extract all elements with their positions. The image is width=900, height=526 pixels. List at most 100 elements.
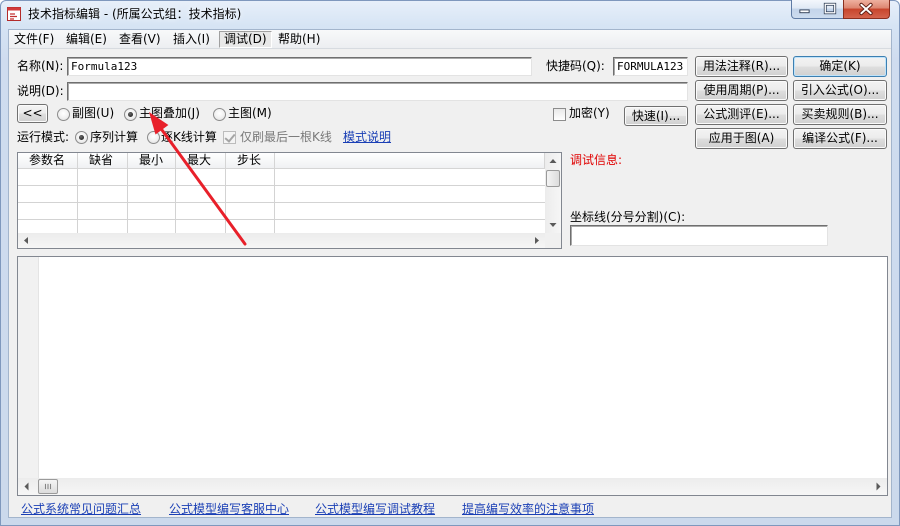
radio-series-calc-label[interactable]: 序列计算	[90, 128, 138, 147]
usage-notes-button[interactable]: 用法注释(R)...	[695, 56, 788, 77]
quick-button[interactable]: 快速(I)...	[624, 106, 688, 126]
param-cell[interactable]	[226, 186, 275, 203]
column-header-default[interactable]: 缺省	[78, 153, 128, 169]
param-cell[interactable]	[226, 220, 275, 233]
menu-bar: 文件(F) 编辑(E) 查看(V) 插入(I) 调试(D) 帮助(H)	[9, 30, 891, 49]
param-cell[interactable]	[226, 169, 275, 186]
formula-code-input[interactable]	[40, 257, 887, 478]
param-cell[interactable]	[18, 203, 78, 220]
maximize-icon	[823, 2, 837, 15]
param-cell[interactable]	[78, 169, 128, 186]
radio-per-bar-calc[interactable]	[147, 131, 160, 144]
menu-debug[interactable]: 调试(D)	[219, 31, 272, 48]
param-cell[interactable]	[78, 186, 128, 203]
param-cell[interactable]	[128, 220, 176, 233]
link-faq[interactable]: 公式系统常见问题汇总	[21, 500, 141, 519]
link-support-center[interactable]: 公式模型编写客服中心	[169, 500, 289, 519]
param-cell[interactable]	[78, 203, 128, 220]
param-table-vscrollbar[interactable]	[545, 153, 561, 233]
column-header-min[interactable]: 最小	[128, 153, 176, 169]
radio-main-overlay[interactable]	[124, 108, 137, 121]
scroll-right-button[interactable]	[529, 233, 545, 248]
description-input[interactable]	[67, 82, 688, 101]
param-cell[interactable]	[128, 186, 176, 203]
name-input[interactable]	[67, 57, 532, 76]
column-header-max[interactable]: 最大	[176, 153, 226, 169]
scroll-left-button[interactable]	[18, 478, 35, 495]
shortcut-label: 快捷码(Q):	[546, 59, 605, 73]
menu-edit[interactable]: 编辑(E)	[61, 31, 112, 48]
param-table-header: 参数名 缺省 最小 最大 步长	[18, 153, 545, 169]
scrollbar-corner	[545, 233, 561, 248]
shortcut-input[interactable]	[613, 57, 688, 76]
editor-hscrollbar[interactable]	[18, 478, 887, 495]
minimize-button[interactable]	[791, 0, 818, 19]
column-header-filler	[275, 153, 545, 169]
scroll-thumb[interactable]	[546, 170, 560, 187]
column-header-step[interactable]: 步长	[226, 153, 275, 169]
formula-code-editor	[17, 256, 888, 496]
editor-gutter	[18, 257, 39, 478]
param-cell[interactable]	[128, 203, 176, 220]
param-cell[interactable]	[176, 220, 226, 233]
link-efficiency-tips[interactable]: 提高编写效率的注意事项	[462, 500, 594, 519]
param-cell[interactable]	[226, 203, 275, 220]
param-cell[interactable]	[176, 169, 226, 186]
close-button[interactable]	[843, 0, 890, 19]
scroll-up-button[interactable]	[545, 153, 561, 169]
param-cell[interactable]	[176, 203, 226, 220]
collapse-button[interactable]: <<	[17, 104, 48, 123]
scroll-right-button[interactable]	[870, 478, 887, 495]
radio-main-overlay-label[interactable]: 主图叠加(J)	[139, 104, 200, 123]
param-cell[interactable]	[18, 220, 78, 233]
param-cell-filler	[275, 186, 545, 203]
menu-help[interactable]: 帮助(H)	[273, 31, 325, 48]
trade-rules-button[interactable]: 买卖规则(B)...	[793, 104, 887, 125]
axis-lines-input[interactable]	[570, 225, 828, 246]
compile-button[interactable]: 编译公式(F)...	[793, 128, 887, 149]
arrow-up-icon	[549, 159, 557, 163]
column-header-param-name[interactable]: 参数名	[18, 153, 78, 169]
radio-per-bar-calc-label[interactable]: 逐K线计算	[161, 128, 217, 147]
table-row[interactable]	[18, 169, 545, 186]
scroll-left-button[interactable]	[18, 233, 34, 248]
formula-editor-icon[interactable]	[6, 6, 22, 22]
window-title: 技术指标编辑 - (所属公式组：技术指标)	[28, 7, 242, 21]
radio-main-chart-label[interactable]: 主图(M)	[228, 104, 272, 123]
formula-editor-window: 技术指标编辑 - (所属公式组：技术指标) 文件(F) 编辑(E) 查看(V) …	[0, 0, 900, 526]
radio-sub-chart[interactable]	[57, 108, 70, 121]
table-row[interactable]	[18, 220, 545, 233]
scroll-down-button[interactable]	[545, 217, 561, 233]
scroll-thumb[interactable]	[38, 479, 58, 494]
radio-sub-chart-label[interactable]: 副图(U)	[72, 104, 114, 123]
link-debug-tutorial[interactable]: 公式模型编写调试教程	[315, 500, 435, 519]
last-bar-only-label: 仅刷最后一根K线	[240, 130, 332, 144]
encrypt-checkbox[interactable]	[553, 108, 566, 121]
arrow-down-icon	[549, 223, 557, 227]
encrypt-label[interactable]: 加密(Y)	[569, 104, 610, 123]
periods-button[interactable]: 使用周期(P)...	[695, 80, 788, 101]
table-row[interactable]	[18, 203, 545, 220]
maximize-button[interactable]	[817, 0, 844, 19]
param-table-hscrollbar[interactable]	[18, 233, 545, 248]
radio-main-chart[interactable]	[213, 108, 226, 121]
ok-button[interactable]: 确定(K)	[793, 56, 887, 77]
param-cell[interactable]	[128, 169, 176, 186]
table-row[interactable]	[18, 186, 545, 203]
evaluate-button[interactable]: 公式测评(E)...	[695, 104, 788, 125]
param-cell[interactable]	[176, 186, 226, 203]
radio-series-calc[interactable]	[75, 131, 88, 144]
param-cell[interactable]	[18, 169, 78, 186]
param-table-body	[18, 169, 545, 233]
apply-to-chart-button[interactable]: 应用于图(A)	[695, 128, 788, 149]
import-formula-button[interactable]: 引入公式(O)...	[793, 80, 887, 101]
param-cell[interactable]	[18, 186, 78, 203]
name-label: 名称(N):	[17, 59, 64, 73]
mode-help-link[interactable]: 模式说明	[343, 128, 391, 147]
param-cell-filler	[275, 203, 545, 220]
param-cell-filler	[275, 169, 545, 186]
menu-view[interactable]: 查看(V)	[114, 31, 166, 48]
param-cell[interactable]	[78, 220, 128, 233]
menu-insert[interactable]: 插入(I)	[168, 31, 215, 48]
menu-file[interactable]: 文件(F)	[9, 31, 59, 48]
